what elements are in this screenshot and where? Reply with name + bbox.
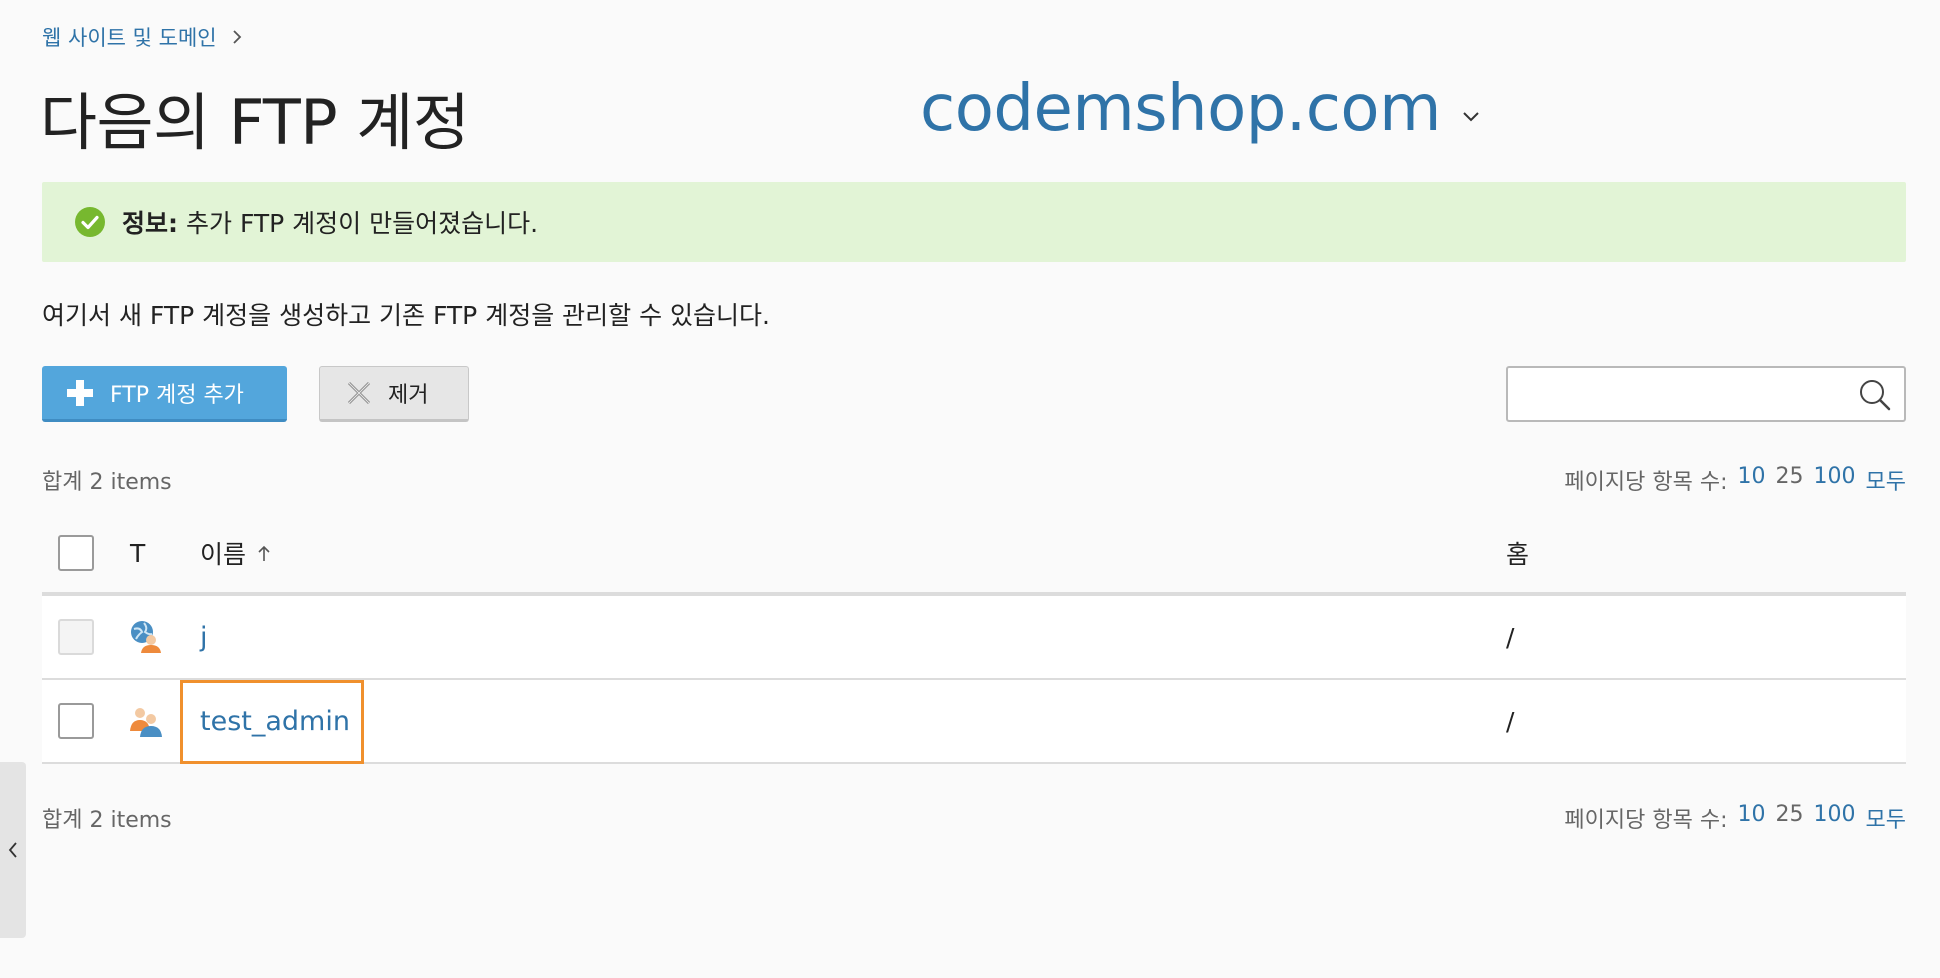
check-circle-icon: [75, 207, 105, 237]
row-checkbox-disabled: [58, 619, 94, 655]
account-name-link[interactable]: j: [200, 622, 208, 653]
banner-label: 정보:: [122, 209, 178, 238]
remove-button[interactable]: 제거: [319, 366, 469, 422]
per-page-option[interactable]: 100: [1814, 802, 1856, 834]
chevron-left-icon: [8, 842, 17, 858]
breadcrumb: 웹 사이트 및 도메인: [42, 22, 245, 52]
breadcrumb-link[interactable]: 웹 사이트 및 도메인: [42, 22, 217, 52]
per-page-label: 페이지당 항목 수:: [1564, 470, 1728, 495]
home-dir: /: [1506, 622, 1515, 652]
per-page-option[interactable]: 10: [1738, 464, 1766, 496]
add-button-label: FTP 계정 추가: [110, 382, 244, 408]
users-icon: [130, 708, 162, 737]
globe-user-icon: [131, 621, 161, 653]
page-title: 다음의 FTP 계정: [40, 86, 470, 159]
ftp-accounts-table: T 이름 홈 j / test_admin /: [42, 514, 1906, 764]
remove-button-label: 제거: [388, 383, 429, 408]
table-row: test_admin /: [42, 680, 1906, 764]
table-row: j /: [42, 596, 1906, 680]
select-all-checkbox[interactable]: [58, 535, 94, 571]
per-page-option-current: 25: [1775, 464, 1804, 489]
column-header-type[interactable]: T: [130, 539, 145, 568]
search-input[interactable]: [1518, 368, 1862, 420]
close-icon: [347, 381, 371, 405]
chevron-down-icon[interactable]: [1459, 104, 1483, 128]
table-header: T 이름 홈: [42, 514, 1906, 596]
per-page-option[interactable]: 10: [1738, 802, 1766, 834]
items-summary-bottom: 합계 2 items: [42, 808, 172, 833]
per-page-bottom: 페이지당 항목 수: 10 25 100 모두: [1564, 802, 1906, 834]
add-ftp-account-button[interactable]: FTP 계정 추가: [42, 366, 287, 422]
domain-name[interactable]: codemshop.com: [920, 72, 1441, 146]
search-icon[interactable]: [1858, 378, 1892, 412]
domain-selector[interactable]: codemshop.com: [920, 72, 1483, 146]
per-page-top: 페이지당 항목 수: 10 25 100 모두: [1564, 464, 1906, 496]
home-dir: /: [1506, 706, 1515, 736]
column-header-name-label: 이름: [200, 540, 247, 569]
search-box: [1506, 366, 1906, 422]
row-checkbox[interactable]: [58, 703, 94, 739]
per-page-option-all[interactable]: 모두: [1866, 802, 1906, 834]
plus-icon: [67, 379, 93, 406]
column-header-home[interactable]: 홈: [1506, 535, 1529, 571]
column-header-name[interactable]: 이름: [200, 535, 272, 571]
sidebar-toggle[interactable]: [0, 762, 26, 938]
per-page-option-all[interactable]: 모두: [1866, 464, 1906, 496]
account-name-link[interactable]: test_admin: [200, 706, 350, 737]
chevron-right-icon: [232, 30, 241, 44]
items-summary-top: 합계 2 items: [42, 470, 172, 495]
info-banner: 정보: 추가 FTP 계정이 만들어졌습니다.: [42, 182, 1906, 262]
sort-ascending-icon: [258, 545, 270, 561]
per-page-option-current: 25: [1775, 802, 1804, 827]
per-page-option[interactable]: 100: [1814, 464, 1856, 496]
banner-message: 추가 FTP 계정이 만들어졌습니다.: [186, 209, 539, 238]
per-page-label: 페이지당 항목 수:: [1564, 808, 1728, 833]
page-description: 여기서 새 FTP 계정을 생성하고 기존 FTP 계정을 관리할 수 있습니다…: [42, 301, 770, 330]
